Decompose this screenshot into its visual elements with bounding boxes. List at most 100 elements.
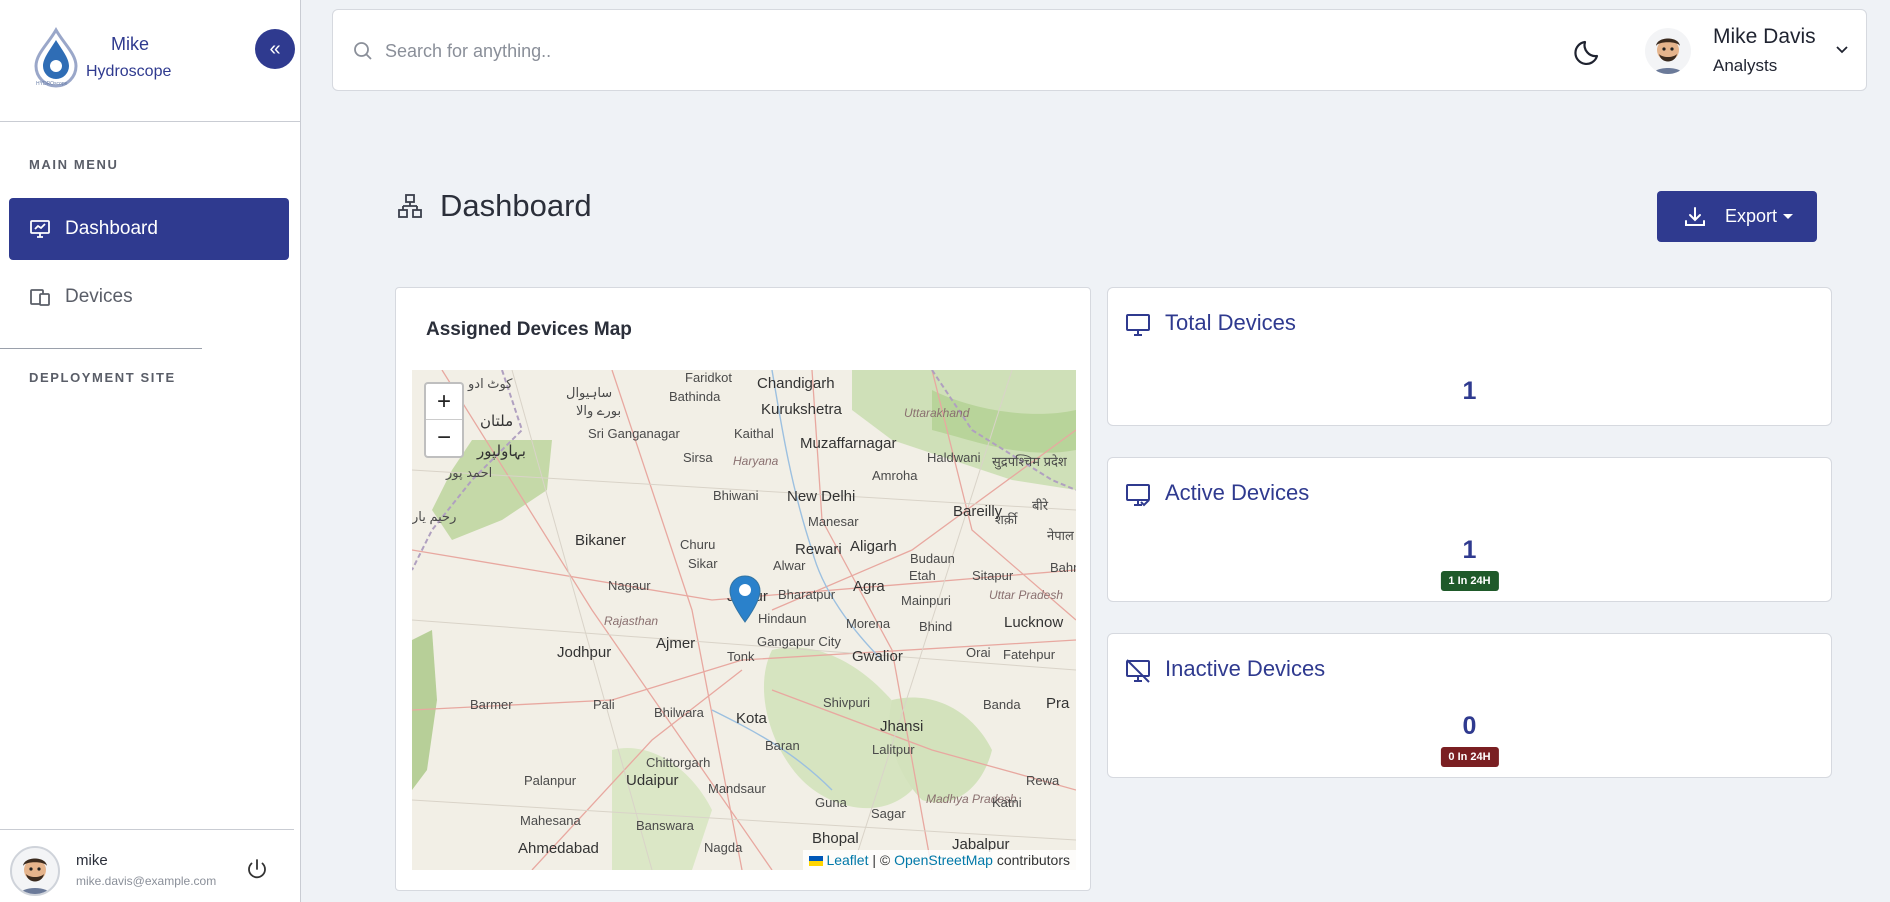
map-place-label: Muzaffarnagar xyxy=(800,435,897,452)
map-place-label: बीरे xyxy=(1032,498,1049,513)
map-place-label: Amroha xyxy=(872,468,918,483)
sidebar-item-dashboard[interactable]: Dashboard xyxy=(9,198,289,260)
map-place-label: Palanpur xyxy=(524,773,577,788)
map-place-label: Alwar xyxy=(773,558,806,573)
map-place-label: नेपाल xyxy=(1047,528,1074,543)
topbar: Mike Davis Analysts xyxy=(332,9,1867,91)
profile-role: Analysts xyxy=(1713,56,1778,75)
map-place-label: Morena xyxy=(846,616,891,631)
map-place-label: Bahr xyxy=(1050,560,1076,575)
map-place-label: Kaithal xyxy=(734,426,774,441)
map-place-label: Jodhpur xyxy=(557,644,612,661)
profile-avatar[interactable] xyxy=(1645,28,1691,74)
map-place-label: Churu xyxy=(680,537,716,552)
ukraine-flag-icon xyxy=(809,856,824,867)
map-place-label: Banswara xyxy=(636,818,694,833)
sitemap-icon xyxy=(398,194,422,218)
map-place-label: Sikar xyxy=(688,556,718,571)
inactive-devices-card: Inactive Devices 0 0 In 24H xyxy=(1107,633,1832,778)
map-place-label: Pra xyxy=(1046,695,1070,712)
map-place-label: Mandsaur xyxy=(708,781,766,796)
stat-title: Active Devices xyxy=(1165,480,1310,505)
map-place-label: Nagda xyxy=(704,840,743,855)
map-place-label: Banda xyxy=(983,697,1021,712)
map-place-label: Baran xyxy=(765,738,800,753)
brand-subtitle: Hydroscope xyxy=(86,63,172,80)
map-place-label: Sitapur xyxy=(972,568,1014,583)
monitor-icon xyxy=(1126,314,1150,336)
map-place-label: Ajmer xyxy=(656,635,696,652)
search-icon xyxy=(354,42,372,60)
map-place-label: Hindaun xyxy=(758,611,807,626)
map-place-label: بورے والا xyxy=(576,403,622,418)
stat-value: 1 xyxy=(1462,536,1477,564)
monitor-check-icon xyxy=(1126,484,1150,507)
map-place-label: Chandigarh xyxy=(757,375,835,392)
zoom-control: + − xyxy=(424,382,464,458)
osm-link[interactable]: OpenStreetMap xyxy=(894,852,993,868)
stat-title: Inactive Devices xyxy=(1165,656,1326,681)
map-place-label: Katni xyxy=(992,795,1022,810)
map-marker-icon[interactable] xyxy=(728,574,762,624)
brand-name: Mike xyxy=(111,34,150,54)
map-place-label: Sirsa xyxy=(683,450,713,465)
sidebar: HYDROscope Mike Hydroscope « MAIN MENU D… xyxy=(0,0,301,902)
sidebar-item-devices[interactable]: Devices xyxy=(9,266,289,328)
map-place-label: Haldwani xyxy=(927,450,981,465)
leaflet-link[interactable]: Leaflet xyxy=(826,852,868,868)
map-place-label: Etah xyxy=(909,568,936,583)
download-icon xyxy=(1685,206,1705,226)
map-place-label: Bhind xyxy=(919,619,953,634)
deployment-site-title: DEPLOYMENT SITE xyxy=(29,370,176,385)
map-place-label: Ahmedabad xyxy=(518,840,599,857)
map-place-label: Chittorgarh xyxy=(646,755,711,770)
sidebar-divider xyxy=(0,348,202,349)
map-place-label: کوٹ ادو xyxy=(468,376,513,391)
chevrons-left-icon: « xyxy=(269,37,281,60)
export-button[interactable]: Export xyxy=(1657,191,1817,242)
map-place-label: Uttarakhand xyxy=(904,406,970,420)
map-place-label: सुद्रपश्चिम प्रदेश xyxy=(992,454,1067,469)
map-place-label: Gangapur City xyxy=(757,634,841,649)
map-place-label: Rewa xyxy=(1026,773,1060,788)
map-card-title: Assigned Devices Map xyxy=(426,319,632,340)
moon-icon[interactable] xyxy=(1573,34,1607,68)
map-place-label: Sagar xyxy=(871,806,906,821)
stat-title: Total Devices xyxy=(1165,310,1296,335)
map-attribution: Leaflet | © OpenStreetMap contributors xyxy=(803,850,1076,870)
status-badge: 0 In 24H xyxy=(1440,747,1499,767)
zoom-out-button[interactable]: − xyxy=(426,420,462,456)
map-place-label: Mainpuri xyxy=(901,593,951,608)
zoom-in-button[interactable]: + xyxy=(426,384,462,420)
devices-icon xyxy=(29,286,51,308)
sidebar-user: mike mike.davis@example.com xyxy=(0,829,294,902)
page-title: Dashboard xyxy=(440,188,592,223)
map-place-label: Sri Ganganagar xyxy=(588,426,680,441)
map-place-label: رحیم یار xyxy=(412,509,457,524)
stat-value: 0 xyxy=(1462,712,1477,740)
map-card: Assigned Devices Map Faridkot Chandigarh… xyxy=(395,287,1091,891)
map-place-label: Lalitpur xyxy=(872,742,915,757)
search-input[interactable] xyxy=(385,34,1085,68)
map-place-label: Kota xyxy=(736,710,767,727)
brand: HYDROscope Mike Hydroscope « xyxy=(0,0,301,122)
map-place-label: Haryana xyxy=(733,454,779,468)
profile-name[interactable]: Mike Davis xyxy=(1713,25,1816,49)
map-place-label: Aligarh xyxy=(850,538,897,555)
collapse-sidebar-button[interactable]: « xyxy=(255,29,295,69)
chevron-down-icon[interactable] xyxy=(1833,40,1851,58)
power-icon xyxy=(248,859,266,879)
logout-button[interactable] xyxy=(245,857,269,881)
map-place-label: Udaipur xyxy=(626,772,679,789)
map-place-label: Mahesana xyxy=(520,813,581,828)
attribution-text: contributors xyxy=(992,852,1070,868)
map-place-label: शर्क़ी xyxy=(995,512,1018,527)
map-place-label: احمد پور xyxy=(446,465,493,480)
map-place-label: Faridkot xyxy=(685,370,732,385)
map-place-label: Budaun xyxy=(910,551,955,566)
total-devices-card: Total Devices 1 xyxy=(1107,287,1832,426)
monitor-off-icon xyxy=(1126,659,1150,683)
map-place-label: بہاولپور xyxy=(477,443,526,460)
devices-map[interactable]: Faridkot Chandigarh Bathinda Kurukshetra Utt… xyxy=(412,370,1076,870)
map-place-label: Shivpuri xyxy=(823,695,870,710)
